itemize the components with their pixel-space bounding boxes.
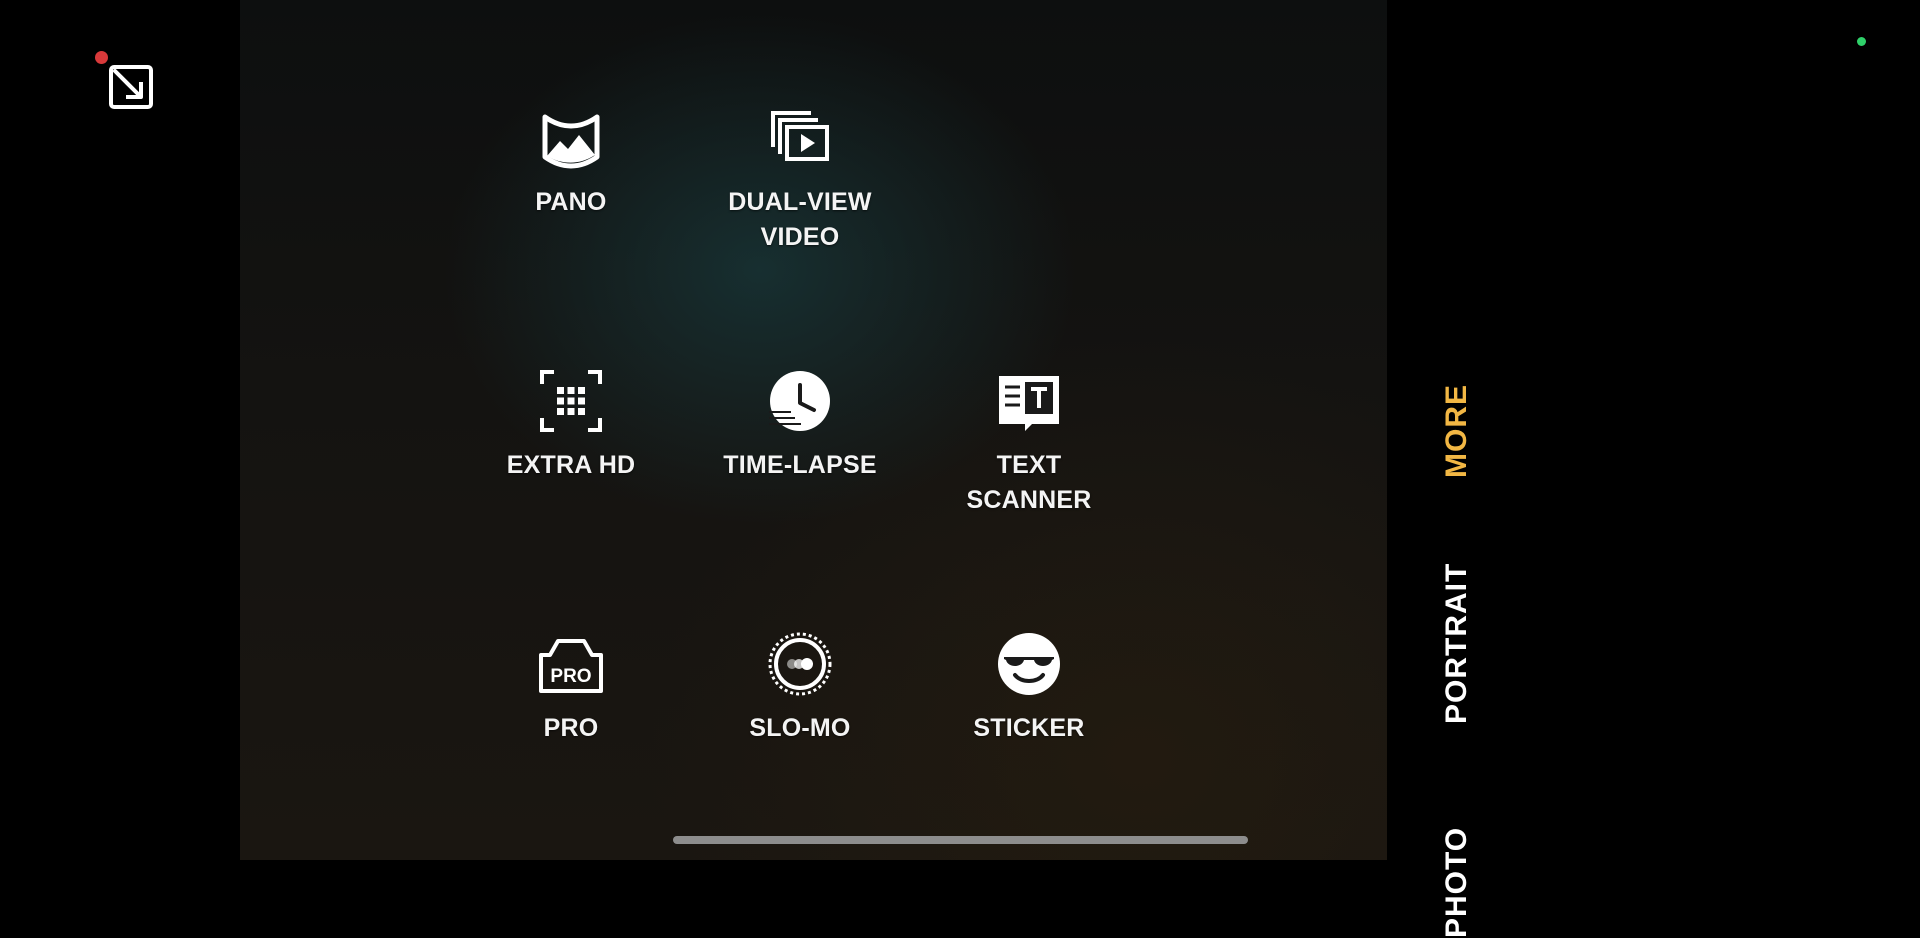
- dual-view-icon: [771, 111, 829, 161]
- mode-label: STICKER: [973, 714, 1085, 742]
- tab-photo[interactable]: PHOTO: [1440, 827, 1474, 938]
- slow-motion-icon: [768, 632, 832, 696]
- sunglasses-face-icon: [998, 633, 1060, 695]
- mode-label: SLO-MO: [749, 714, 851, 742]
- mode-label: TEXT SCANNER: [966, 451, 1092, 514]
- mode-extra-hd[interactable]: EXTRA HD: [471, 366, 671, 483]
- tab-portrait[interactable]: PORTRAIT: [1440, 563, 1474, 724]
- mode-slo-mo[interactable]: SLO-MO: [700, 629, 900, 746]
- pro-icon-text: PRO: [550, 666, 591, 687]
- extra-hd-icon: [540, 370, 602, 432]
- mode-sticker[interactable]: STICKER: [929, 629, 1129, 746]
- panorama-icon: [542, 114, 600, 169]
- mode-label: TIME-LAPSE: [723, 451, 877, 479]
- text-scanner-icon: [999, 376, 1059, 431]
- exit-window-icon[interactable]: [108, 64, 154, 110]
- mode-time-lapse[interactable]: TIME-LAPSE: [700, 366, 900, 483]
- clock-icon: [769, 371, 830, 431]
- mode-pano[interactable]: PANO: [471, 103, 671, 220]
- home-indicator[interactable]: [673, 836, 1248, 844]
- mode-pro[interactable]: PRO PRO: [471, 629, 671, 746]
- mode-text-scanner[interactable]: TEXT SCANNER: [929, 366, 1129, 518]
- mode-label: EXTRA HD: [506, 451, 636, 479]
- mode-dual-view-video[interactable]: DUAL-VIEW VIDEO: [700, 103, 900, 255]
- mode-label: DUAL-VIEW VIDEO: [728, 188, 872, 251]
- mode-label: PANO: [535, 188, 607, 216]
- pro-camera-icon: PRO: [539, 639, 603, 693]
- left-bar: [0, 0, 240, 860]
- mode-label: PRO: [543, 714, 599, 742]
- recording-indicator-dot: [95, 51, 108, 64]
- tab-more[interactable]: MORE: [1440, 384, 1474, 478]
- status-dot: [1857, 37, 1866, 46]
